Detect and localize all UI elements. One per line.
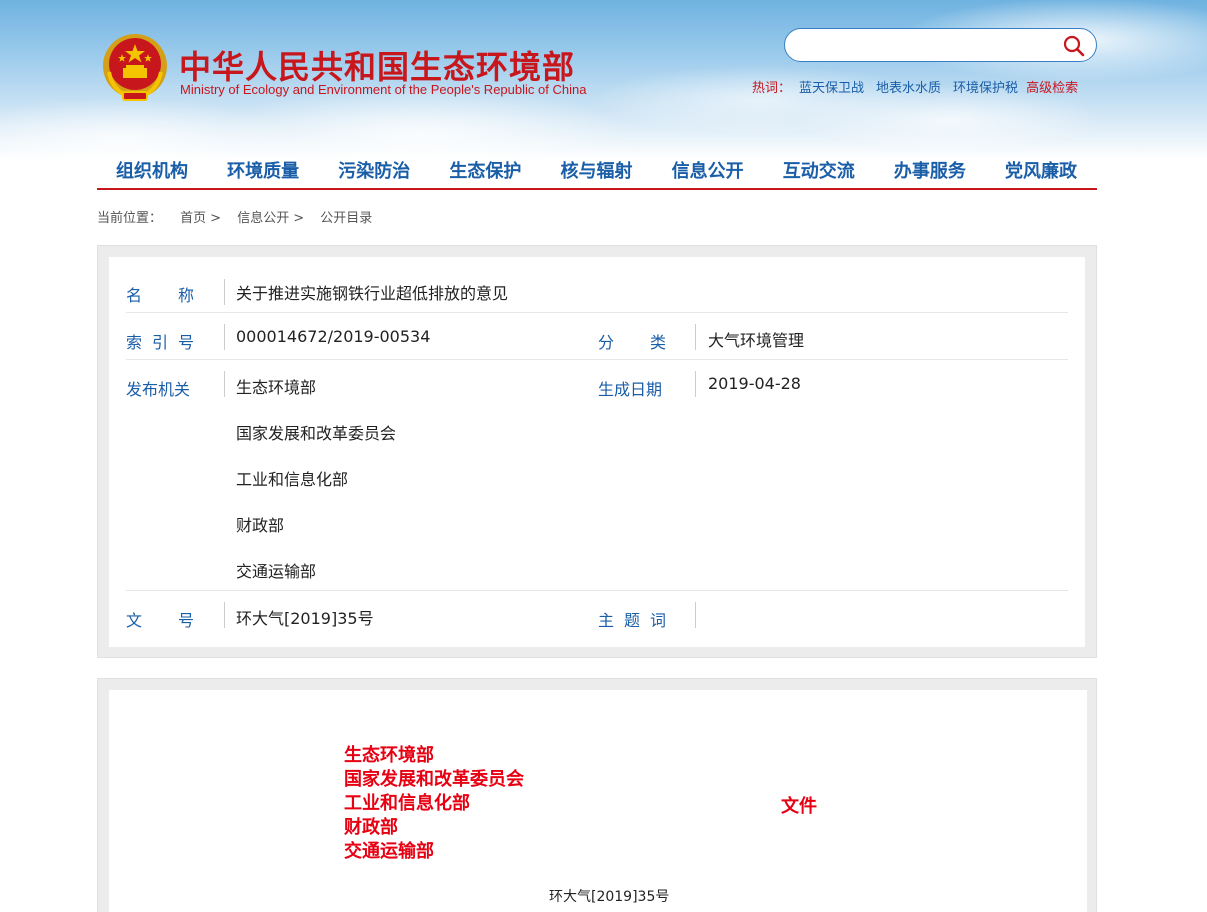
nav-item-pollution-control[interactable]: 污染防治: [338, 157, 410, 188]
nav-item-information-disclosure[interactable]: 信息公开: [672, 157, 744, 188]
document-issuer: 交通运输部: [344, 841, 434, 862]
nav-item-integrity[interactable]: 党风廉政: [1005, 157, 1077, 188]
breadcrumb: 当前位置： 首页 > 信息公开 > 公开目录: [97, 207, 372, 226]
issuer-value: 国家发展和改革委员会: [236, 424, 397, 443]
document-issuer: 财政部: [344, 817, 398, 838]
hot-words: 热词： 蓝天保卫战 地表水水质 环境保护税 高级检索: [752, 77, 1078, 96]
divider: [224, 279, 225, 305]
docno-label: 文号: [126, 611, 194, 630]
divider: [224, 324, 225, 350]
divider: [695, 324, 696, 350]
divider: [695, 602, 696, 628]
name-label: 名称: [126, 286, 194, 305]
divider: [695, 371, 696, 397]
divider: [224, 371, 225, 397]
category-value: 大气环境管理: [708, 331, 805, 350]
issuer-value: 工业和信息化部: [236, 470, 349, 489]
nav-item-ecology-protection[interactable]: 生态保护: [449, 157, 521, 188]
site-title-en: Ministry of Ecology and Environment of t…: [180, 82, 587, 97]
search-input[interactable]: [799, 35, 1049, 55]
nav-item-interaction[interactable]: 互动交流: [783, 157, 855, 188]
date-value: 2019-04-28: [708, 374, 801, 393]
meta-row-issuer: 发布机关 生态环境部 国家发展和改革委员会 工业和信息化部 财政部 交通运输部 …: [126, 360, 1068, 591]
index-value: 000014672/2019-00534: [236, 327, 431, 346]
docno-value: 环大气[2019]35号: [236, 609, 374, 628]
search-box: [784, 28, 1097, 62]
document-issuer: 生态环境部: [344, 745, 434, 766]
nav-item-nuclear-radiation[interactable]: 核与辐射: [561, 157, 633, 188]
metadata-table: 名称 关于推进实施钢铁行业超低排放的意见 索引号 000014672/2019-…: [109, 257, 1085, 647]
document-word: 文件: [781, 796, 817, 817]
divider: [224, 602, 225, 628]
advanced-search-link[interactable]: 高级检索: [1026, 81, 1078, 96]
meta-row-docno: 文号 环大气[2019]35号 主题词: [126, 591, 1068, 639]
issuer-value: 交通运输部: [236, 562, 317, 581]
meta-row-index: 索引号 000014672/2019-00534 分类 大气环境管理: [126, 313, 1068, 360]
document-panel: 生态环境部 国家发展和改革委员会 工业和信息化部 财政部 交通运输部 文件 环大…: [97, 678, 1097, 912]
metadata-panel: 名称 关于推进实施钢铁行业超低排放的意见 索引号 000014672/2019-…: [97, 245, 1097, 658]
breadcrumb-separator: >: [293, 211, 305, 226]
index-label: 索引号: [126, 333, 194, 352]
hot-words-label: 热词：: [752, 81, 792, 96]
breadcrumb-home[interactable]: 首页: [180, 211, 206, 226]
category-label: 分类: [598, 333, 666, 352]
issuer-value: 财政部: [236, 516, 285, 535]
search-icon[interactable]: [1062, 34, 1086, 58]
date-label: 生成日期: [598, 380, 663, 399]
hot-word-link[interactable]: 环境保护税: [953, 81, 1018, 96]
nav-item-environment-quality[interactable]: 环境质量: [227, 157, 299, 188]
document-number: 环大气[2019]35号: [549, 889, 670, 905]
meta-row-name: 名称 关于推进实施钢铁行业超低排放的意见: [126, 267, 1068, 313]
breadcrumb-catalog[interactable]: 公开目录: [320, 211, 372, 226]
hot-word-link[interactable]: 地表水水质: [876, 81, 941, 96]
document-issuer: 国家发展和改革委员会: [344, 769, 524, 790]
national-emblem-icon: [103, 34, 167, 101]
breadcrumb-info-disclosure[interactable]: 信息公开: [237, 211, 289, 226]
hot-word-link[interactable]: 蓝天保卫战: [799, 81, 864, 96]
nav-item-organization[interactable]: 组织机构: [116, 157, 188, 188]
breadcrumb-label: 当前位置：: [97, 211, 163, 226]
document-body: 生态环境部 国家发展和改革委员会 工业和信息化部 财政部 交通运输部 文件 环大…: [109, 690, 1087, 912]
issuer-label: 发布机关: [126, 380, 191, 399]
keywords-label: 主题词: [598, 611, 666, 630]
nav-item-services[interactable]: 办事服务: [894, 157, 966, 188]
breadcrumb-separator: >: [210, 211, 222, 226]
name-value: 关于推进实施钢铁行业超低排放的意见: [236, 284, 509, 303]
document-issuer: 工业和信息化部: [344, 793, 470, 814]
main-nav: 组织机构 环境质量 污染防治 生态保护 核与辐射 信息公开 互动交流 办事服务 …: [97, 157, 1097, 190]
issuer-value: 生态环境部: [236, 378, 317, 397]
